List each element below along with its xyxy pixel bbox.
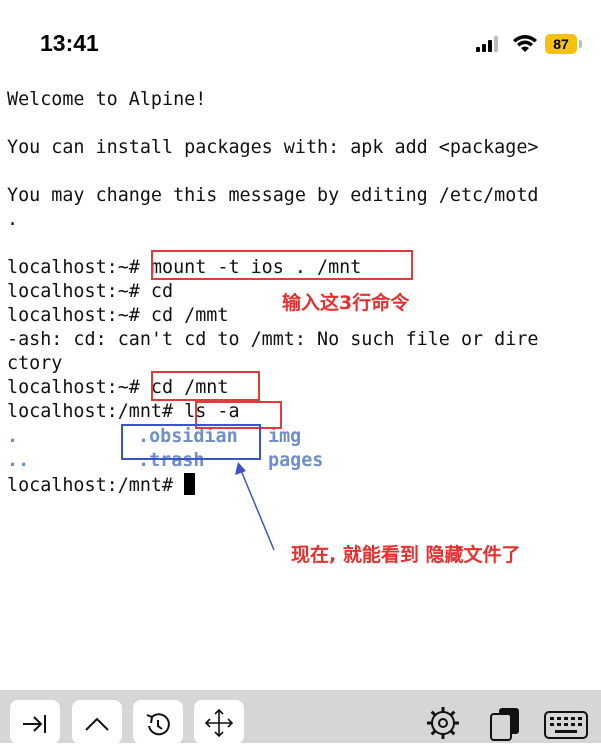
terminal-line-motd: You may change this message by editing /… bbox=[7, 185, 539, 206]
tab-key-button[interactable] bbox=[10, 700, 60, 744]
chevron-up-icon bbox=[85, 717, 109, 731]
move-arrows-icon bbox=[204, 708, 234, 738]
listing-entry: .. bbox=[7, 450, 30, 471]
keyboard-toolbar bbox=[0, 690, 601, 744]
terminal-cursor bbox=[184, 473, 196, 495]
terminal-line-dot: . bbox=[7, 209, 19, 230]
highlight-mount-command bbox=[151, 250, 413, 280]
move-cursor-button[interactable] bbox=[194, 700, 244, 744]
history-icon bbox=[146, 713, 170, 736]
terminal-line-error-cont: ctory bbox=[7, 353, 63, 374]
terminal-prompt-line[interactable]: localhost:/mnt# bbox=[7, 473, 196, 498]
terminal-line-welcome: Welcome to Alpine! bbox=[7, 89, 207, 110]
windows-icon[interactable] bbox=[487, 706, 523, 742]
tab-icon bbox=[23, 715, 46, 733]
settings-gear-icon[interactable] bbox=[424, 704, 462, 742]
terminal[interactable]: Welcome to Alpine! You can install packa… bbox=[0, 0, 601, 690]
keyboard-icon[interactable] bbox=[543, 710, 589, 740]
annotation-enter-commands: 输入这3行命令 bbox=[282, 292, 410, 314]
terminal-line-cd: localhost:~# cd bbox=[7, 281, 174, 302]
terminal-line-error: -ash: cd: can't cd to /mmt: No such file… bbox=[7, 329, 539, 350]
history-button[interactable] bbox=[133, 700, 183, 744]
annotation-arrow bbox=[235, 462, 275, 551]
highlight-hidden-files bbox=[121, 424, 261, 460]
terminal-prompt: localhost:/mnt# bbox=[7, 475, 185, 496]
arrow-up-key-button[interactable] bbox=[72, 700, 122, 744]
listing-entry: . bbox=[7, 426, 19, 447]
annotation-hidden-files: 现在, 就能看到 隐藏文件了 bbox=[291, 544, 521, 566]
highlight-cd-mnt-command bbox=[151, 371, 260, 401]
terminal-line-install: You can install packages with: apk add <… bbox=[7, 137, 539, 158]
terminal-line-cd-mmt: localhost:~# cd /mmt bbox=[7, 305, 229, 326]
